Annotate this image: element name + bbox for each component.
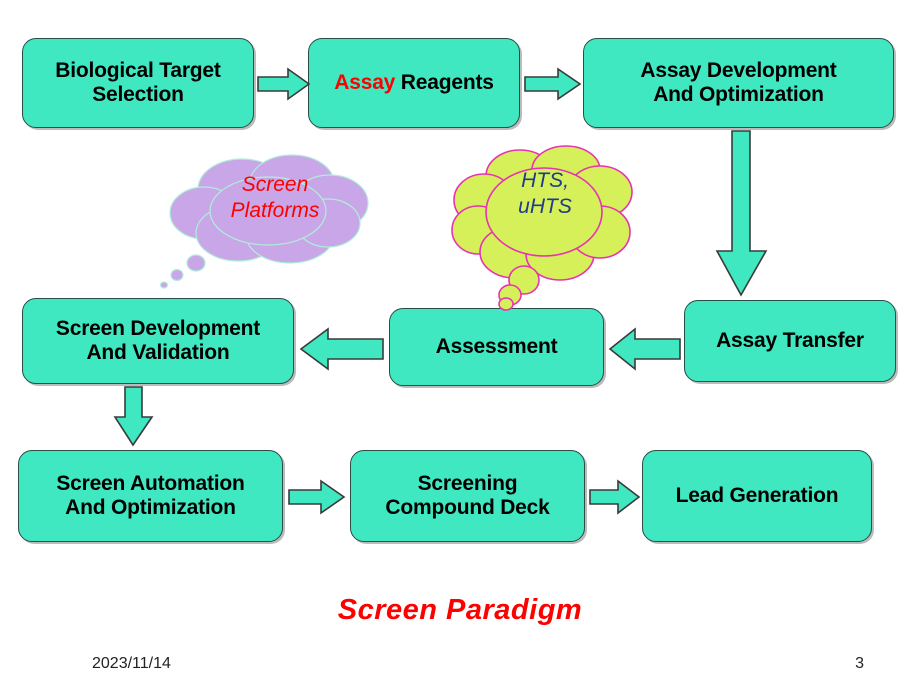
process-box-label: Biological Target Selection: [55, 58, 221, 106]
arrow-screening-compound-deck-to-lead-generation: [589, 479, 641, 515]
process-box-label: Screen Automation And Optimization: [56, 471, 245, 519]
arrow-assay-transfer-to-assessment: [608, 327, 681, 371]
arrow-screen-automation-to-screening-compound-deck: [288, 479, 346, 515]
arrow-assay-reagents-to-assay-development: [524, 67, 582, 101]
process-box-assay-development-and-optimization[interactable]: Assay Development And Optimization: [583, 38, 894, 128]
slide-caption: Screen Paradigm: [337, 594, 583, 626]
process-box-label: Lead Generation: [675, 483, 839, 507]
arrow-assay-development-to-assay-transfer: [715, 130, 768, 297]
process-box-label: Screen Development And Validation: [55, 316, 261, 364]
footer-date: 2023/11/14: [92, 655, 171, 672]
process-box-label: Screening Compound Deck: [385, 471, 550, 519]
slide-canvas: Biological Target Selection Assay Reagen…: [0, 0, 920, 690]
thought-cloud-screen-platforms: [159, 154, 380, 289]
arrow-screen-development-to-screen-automation: [113, 386, 154, 447]
process-box-label: Assay Reagents: [328, 71, 499, 95]
process-box-screen-development-and-validation[interactable]: Screen Development And Validation: [22, 298, 294, 384]
process-box-assessment[interactable]: Assessment: [389, 308, 604, 386]
process-box-assay-reagents[interactable]: Assay Reagents: [308, 38, 520, 128]
process-box-label: Assay Development And Optimization: [640, 58, 837, 106]
arrow-biological-target-to-assay-reagents: [257, 67, 311, 101]
process-box-lead-generation[interactable]: Lead Generation: [642, 450, 872, 542]
process-box-label-rest: Reagents: [395, 70, 494, 94]
process-box-biological-target-selection[interactable]: Biological Target Selection: [22, 38, 254, 128]
process-box-screen-automation-and-optimization[interactable]: Screen Automation And Optimization: [18, 450, 283, 542]
process-box-label: Assay Transfer: [716, 328, 864, 352]
process-box-screening-compound-deck[interactable]: Screening Compound Deck: [350, 450, 585, 542]
highlighted-word: Assay: [334, 70, 396, 94]
process-box-label: Assessment: [435, 334, 558, 358]
footer-page-number: 3: [855, 655, 864, 672]
process-box-assay-transfer[interactable]: Assay Transfer: [684, 300, 896, 382]
arrow-assessment-to-screen-development: [299, 327, 384, 371]
thought-cloud-hts-uhts: [448, 145, 648, 311]
